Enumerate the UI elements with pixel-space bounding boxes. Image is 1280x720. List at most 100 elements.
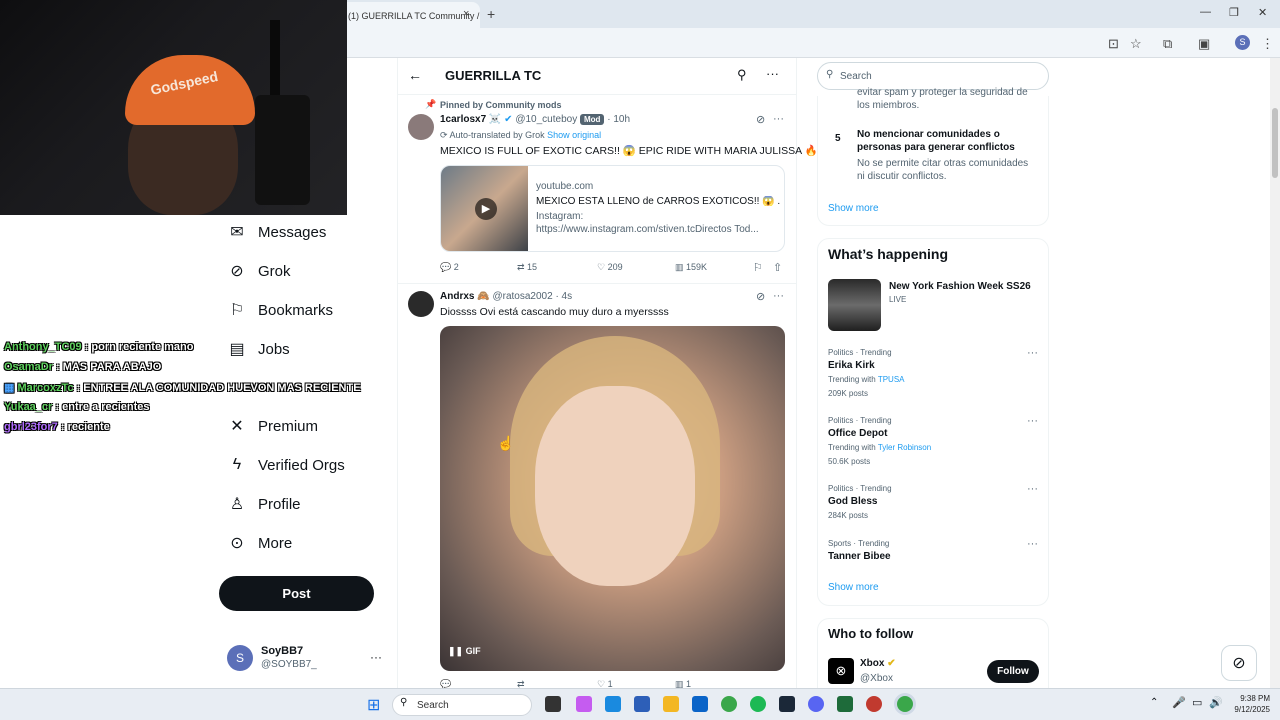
repost-icon: ⇄	[517, 262, 528, 272]
back-arrow-icon[interactable]: ←	[408, 67, 422, 83]
nav-more[interactable]: ⊙ More	[226, 530, 292, 556]
steam-icon[interactable]	[779, 696, 795, 712]
outlook-icon[interactable]	[692, 696, 708, 712]
chrome-active-icon[interactable]	[897, 696, 913, 712]
event-thumbnail[interactable]	[828, 279, 881, 331]
show-more-link[interactable]: Show more	[828, 582, 879, 593]
nav-verified-orgs[interactable]: ϟ Verified Orgs	[226, 452, 345, 478]
author-handle[interactable]: @10_cuteboy	[515, 114, 577, 125]
grok-icon[interactable]: ⊘	[756, 113, 765, 126]
trend-with-link[interactable]: Tyler Robinson	[878, 443, 931, 452]
mic-tray-icon[interactable]: 🎤	[1172, 696, 1186, 709]
post-button[interactable]: Post	[219, 576, 374, 611]
file-explorer-icon[interactable]	[663, 696, 679, 712]
grok-icon: ⊘	[230, 263, 244, 280]
tweet-more-icon[interactable]: ···	[773, 113, 784, 125]
trend-more-icon[interactable]: ···	[1027, 347, 1038, 359]
terminal-icon[interactable]	[837, 696, 853, 712]
scrollbar-thumb[interactable]	[1272, 108, 1278, 178]
reply-count: 2	[453, 262, 459, 272]
like-button[interactable]: ♡ 209	[597, 262, 623, 273]
chrome-icon[interactable]	[721, 696, 737, 712]
tray-chevron-icon[interactable]: ⌃	[1150, 697, 1158, 708]
author-name[interactable]: 1carlosx7 ☠️	[440, 114, 501, 125]
more-options-icon[interactable]: ···	[766, 66, 779, 81]
edge-icon[interactable]	[605, 696, 621, 712]
avatar[interactable]	[408, 114, 434, 140]
gif-media[interactable]: ❚❚ GIF	[440, 326, 785, 671]
show-original-link[interactable]: Show original	[547, 130, 601, 140]
discord-icon[interactable]	[808, 696, 824, 712]
nav-messages[interactable]: ✉ Messages	[226, 219, 326, 245]
nav-profile[interactable]: ♙ Profile	[226, 491, 301, 517]
taskbar-clock[interactable]: 9:38 PM 9/12/2025	[1226, 693, 1270, 715]
nav-label: Grok	[258, 262, 291, 280]
repost-button[interactable]: ⇄ 15	[517, 262, 537, 273]
author-name[interactable]: Andrxs 🙈	[440, 291, 490, 302]
reply-button[interactable]: 💬 2	[440, 262, 459, 273]
event-status: LIVE	[889, 295, 907, 304]
store-icon[interactable]	[634, 696, 650, 712]
trend-name[interactable]: Office Depot	[828, 428, 887, 439]
tab-active[interactable]: (1) GUERRILLA TC Community /	[340, 2, 480, 28]
bookmark-star-icon[interactable]: ☆	[1130, 36, 1142, 52]
account-avatar[interactable]: S	[227, 645, 253, 671]
trend-more-icon[interactable]: ···	[1027, 483, 1038, 495]
views-button[interactable]: ▥ 159K	[675, 262, 707, 273]
xbox-logo-icon[interactable]: ⊗	[828, 658, 854, 684]
heart-icon: ♡	[597, 262, 608, 272]
nav-grok[interactable]: ⊘ Grok	[226, 258, 291, 284]
nav-bookmarks[interactable]: ⚐ Bookmarks	[226, 297, 333, 323]
link-card[interactable]: ▶ youtube.com MÉXICO ESTÁ LLENO de CARRO…	[440, 165, 785, 252]
trend-with-link[interactable]: TPUSA	[878, 375, 905, 384]
account-more-icon[interactable]: ···	[370, 650, 382, 664]
spotify-icon[interactable]	[750, 696, 766, 712]
trend-more-icon[interactable]: ···	[1027, 538, 1038, 550]
play-icon[interactable]: ▶	[475, 198, 497, 220]
browser-menu-icon[interactable]: ⋮	[1261, 36, 1274, 52]
search-icon[interactable]: ⚲	[737, 67, 747, 83]
chat-message: Yukaa_cr : entre a recientes	[4, 401, 150, 413]
event-title[interactable]: New York Fashion Week SS26	[889, 281, 1031, 292]
search-icon: ⚲	[826, 69, 834, 80]
search-input[interactable]: Search	[817, 62, 1049, 90]
windows-start-icon[interactable]: ⊞	[367, 695, 380, 715]
copilot-icon[interactable]	[576, 696, 592, 712]
avatar[interactable]	[408, 291, 434, 317]
tab-close-icon[interactable]: ×	[463, 8, 469, 20]
gif-badge[interactable]: ❚❚ GIF	[448, 646, 481, 657]
grok-float-icon[interactable]: ⊘	[1221, 645, 1257, 681]
minimize-icon[interactable]: —	[1200, 6, 1211, 18]
follow-button[interactable]: Follow	[987, 660, 1039, 683]
bookmark-icon[interactable]: ⚐	[753, 261, 763, 274]
tweet-time[interactable]: · 10h	[607, 114, 630, 125]
trend-name[interactable]: Erika Kirk	[828, 360, 875, 371]
new-tab-icon[interactable]: +	[487, 6, 495, 22]
extensions-icon[interactable]: ⧉	[1163, 36, 1172, 52]
trend-with: Trending with TPUSA	[828, 375, 904, 384]
restore-icon[interactable]: ❐	[1229, 6, 1239, 19]
app-icon[interactable]	[866, 696, 882, 712]
tweet-time[interactable]: · 4s	[555, 291, 572, 302]
taskbar-search[interactable]: Search	[392, 694, 532, 716]
rule-desc: evitar spam y proteger la seguridad de	[857, 87, 1028, 98]
install-app-icon[interactable]: ⊡	[1108, 36, 1119, 52]
display-tray-icon[interactable]: ▭	[1192, 696, 1202, 709]
nav-premium[interactable]: ✕ Premium	[226, 413, 318, 439]
author-handle[interactable]: @ratosa2002	[492, 291, 552, 302]
tweet-more-icon[interactable]: ···	[773, 290, 784, 302]
follow-name[interactable]: Xbox ✔	[860, 658, 896, 669]
browser-profile-avatar[interactable]: S	[1235, 35, 1250, 50]
share-icon[interactable]: ⇧	[773, 261, 782, 274]
trend-more-icon[interactable]: ···	[1027, 415, 1038, 427]
grok-icon[interactable]: ⊘	[756, 290, 765, 303]
task-view-icon[interactable]	[545, 696, 561, 712]
nav-jobs[interactable]: ▤ Jobs	[226, 336, 289, 362]
reading-list-icon[interactable]: ▣	[1198, 36, 1210, 52]
card-desc-1: Instagram:	[536, 211, 584, 222]
show-more-link[interactable]: Show more	[828, 203, 879, 214]
trend-name[interactable]: Tanner Bibee	[828, 551, 891, 562]
close-window-icon[interactable]: ✕	[1258, 6, 1267, 19]
trend-name[interactable]: God Bless	[828, 496, 877, 507]
speaker-tray-icon[interactable]: 🔊	[1209, 696, 1223, 709]
